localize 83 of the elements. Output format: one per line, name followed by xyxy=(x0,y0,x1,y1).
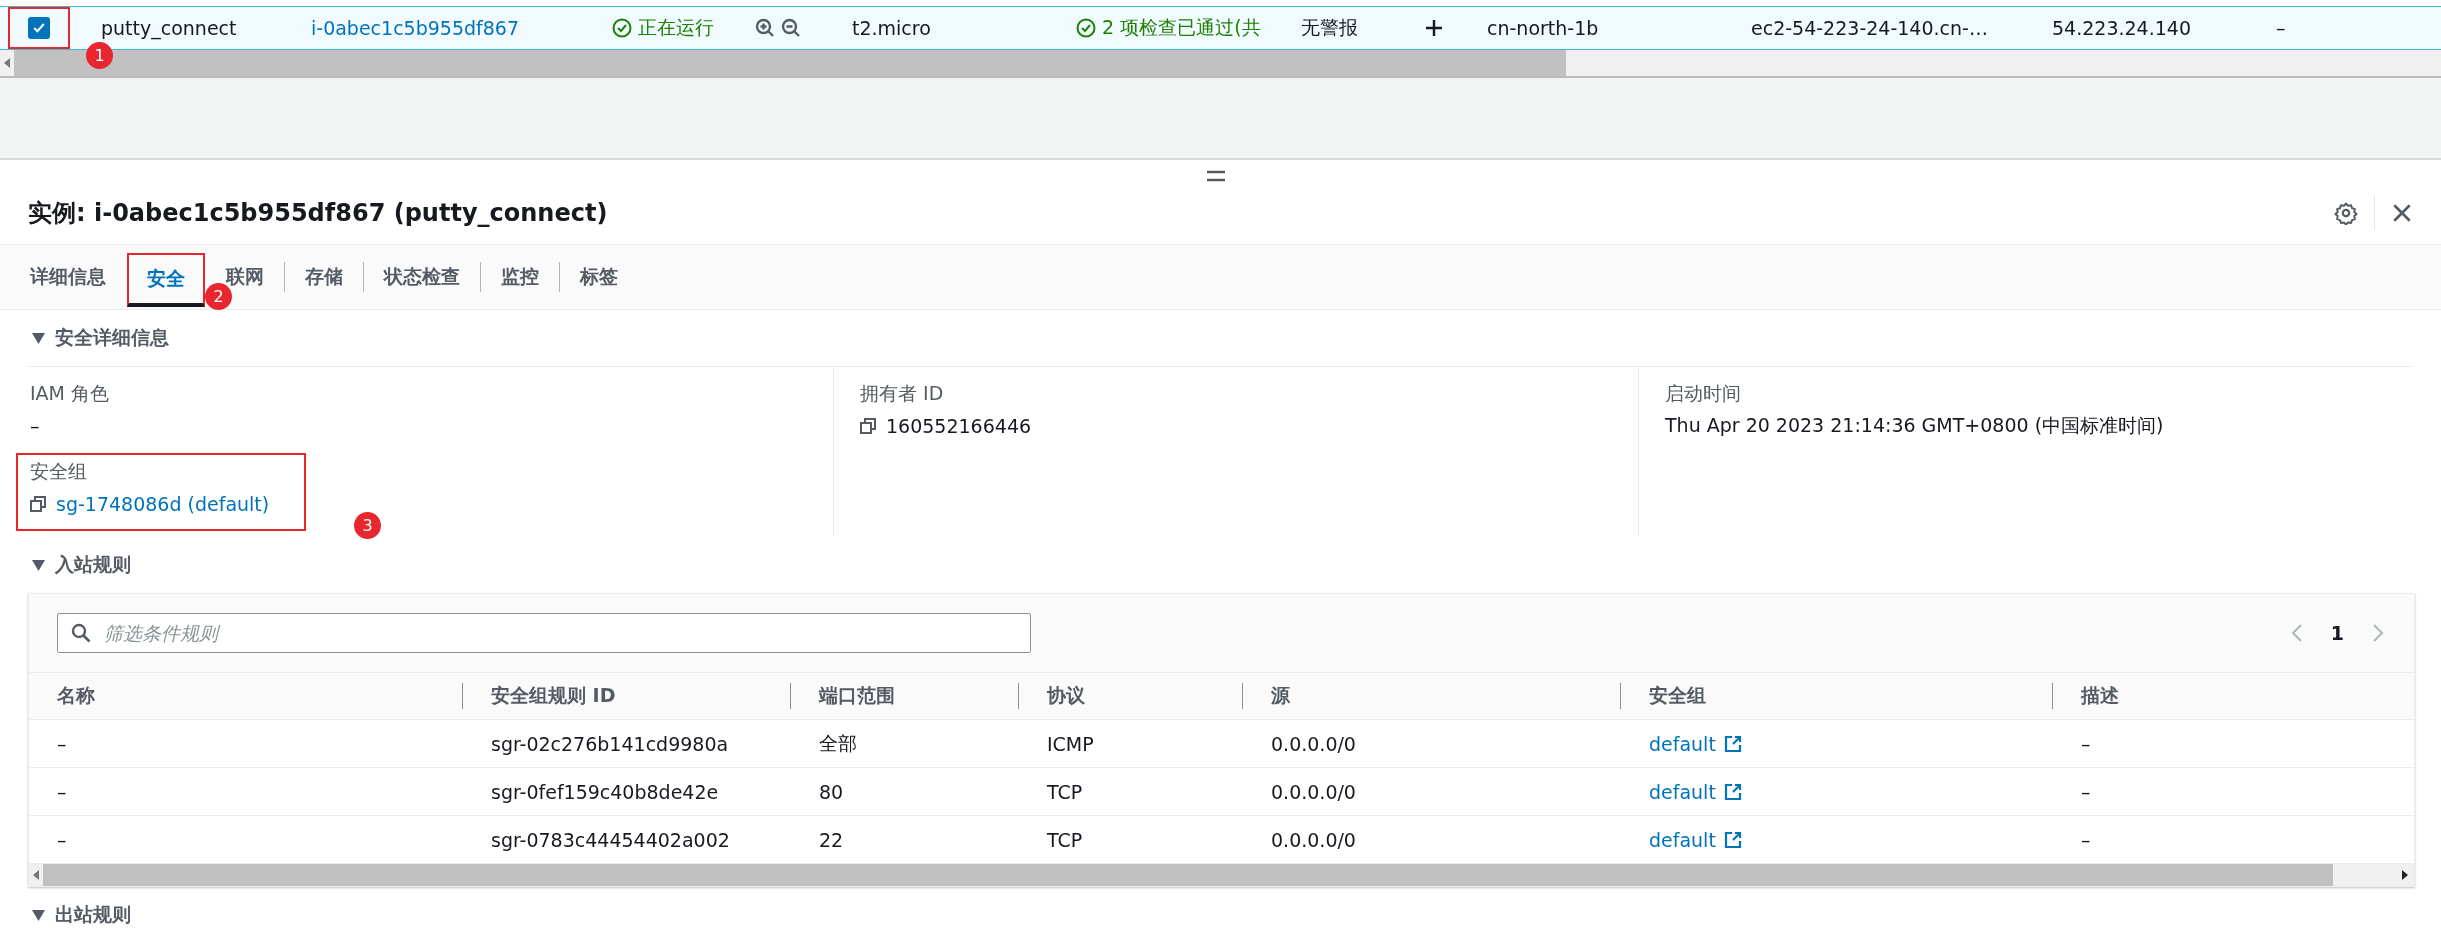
copy-icon[interactable] xyxy=(30,496,46,512)
table-cell: TCP xyxy=(1047,828,1083,851)
table-cell: – xyxy=(2081,732,2091,755)
plus-icon[interactable] xyxy=(1424,18,1444,38)
tab[interactable]: 监控 xyxy=(481,245,559,309)
checkbox[interactable] xyxy=(28,17,50,39)
column-header[interactable]: 端口范围 xyxy=(819,683,895,709)
table-cell: sgr-0783c44454402a002 xyxy=(491,828,730,851)
table-cell: – xyxy=(2081,828,2091,851)
table-cell: – xyxy=(57,828,67,851)
field-value: Thu Apr 20 2023 21:14:36 GMT+0800 (中国标准时间) xyxy=(1665,413,2164,438)
field-label: 安全组 xyxy=(30,459,88,484)
table-cell: – xyxy=(57,780,67,803)
step-marker: 3 xyxy=(354,512,381,539)
column-header[interactable]: 安全组 xyxy=(1649,683,1706,709)
page-number[interactable]: 1 xyxy=(2330,622,2344,644)
tab[interactable]: 存储 xyxy=(285,245,363,309)
tab[interactable]: 标签 xyxy=(560,245,638,309)
step-marker: 2 xyxy=(205,283,232,310)
table-cell: – xyxy=(2081,780,2091,803)
column-header[interactable]: 安全组规则 ID xyxy=(491,683,616,709)
field-label: 启动时间 xyxy=(1665,381,1742,406)
drag-handle-icon[interactable] xyxy=(1205,170,1226,182)
check-circle-icon xyxy=(1076,18,1096,38)
field-label: IAM 角色 xyxy=(30,381,111,406)
column-header[interactable]: 描述 xyxy=(2081,683,2119,709)
security-group-link[interactable]: default xyxy=(1649,828,1716,851)
table-cell: – xyxy=(57,732,67,755)
table-cell: TCP xyxy=(1047,780,1083,803)
close-icon[interactable] xyxy=(2391,202,2413,224)
scroll-left-icon[interactable] xyxy=(33,870,39,880)
field-value: – xyxy=(30,415,40,437)
section-title[interactable]: 出站规则 xyxy=(55,902,131,928)
table-cell: sgr-0fef159c40b8de42e xyxy=(491,780,719,803)
table-cell: ec2-54-223-24-140.cn-… xyxy=(1751,17,1988,39)
table-cell: 54.223.24.140 xyxy=(2052,17,2191,39)
caret-icon[interactable] xyxy=(32,909,45,921)
table-cell-text: 无警报 xyxy=(1301,15,1358,40)
table-cell: 0.0.0.0/0 xyxy=(1271,732,1356,755)
instance-id-link[interactable]: i-0abec1c5b955df867 xyxy=(311,17,520,39)
zoom-out-icon[interactable] xyxy=(781,18,801,38)
horizontal-scrollbar[interactable] xyxy=(29,864,2414,886)
tab[interactable]: 安全 xyxy=(127,253,205,307)
security-group-link[interactable]: default xyxy=(1649,780,1716,803)
external-link-icon[interactable] xyxy=(1723,782,1742,801)
tab[interactable]: 状态检查 xyxy=(364,245,480,309)
horizontal-scrollbar[interactable] xyxy=(0,50,2441,78)
column-header[interactable]: 源 xyxy=(1271,683,1290,709)
external-link-icon[interactable] xyxy=(1723,830,1742,849)
scroll-right-icon[interactable] xyxy=(2402,870,2408,880)
status-text: 正在运行 xyxy=(638,15,714,40)
security-group-link[interactable]: default xyxy=(1649,732,1716,755)
table-cell: 22 xyxy=(819,828,844,851)
settings-icon[interactable] xyxy=(2334,201,2358,225)
copy-icon[interactable] xyxy=(860,418,876,434)
table-cell-text: 全部 xyxy=(819,730,857,756)
table-cell: putty_connect xyxy=(101,17,237,39)
table-cell: cn-north-1b xyxy=(1487,17,1599,39)
column-header[interactable]: 协议 xyxy=(1047,683,1085,709)
table-cell: 0.0.0.0/0 xyxy=(1271,828,1356,851)
security-group-link[interactable]: sg-1748086d (default) xyxy=(56,493,270,515)
status-text: 2 项检查已通过(共 xyxy=(1102,15,1261,40)
table-cell: – xyxy=(2276,17,2286,39)
section-title[interactable]: 安全详细信息 xyxy=(55,325,169,351)
scroll-left-icon[interactable] xyxy=(4,58,10,68)
field-label: 拥有者 ID xyxy=(860,381,945,406)
filter-field[interactable]: 筛选条件规则 xyxy=(57,613,1031,653)
column-header[interactable]: 名称 xyxy=(57,683,95,709)
zoom-in-icon[interactable] xyxy=(755,18,775,38)
instance-row[interactable]: putty_connect i-0abec1c5b955df867 正在运行 t2.micro 2 项检查已通过(共 无警报 cn-north-1b ec2-54-223-24-140.cn-… 54.223.24.140 – xyxy=(0,6,2441,50)
table-cell: sgr-02c276b141cd9980a xyxy=(491,732,729,755)
section-title[interactable]: 入站规则 xyxy=(55,552,131,578)
external-link-icon[interactable] xyxy=(1723,734,1742,753)
check-circle-icon xyxy=(612,18,632,38)
table-cell: 80 xyxy=(819,780,844,803)
caret-icon[interactable] xyxy=(32,332,45,344)
tab[interactable]: 详细信息 xyxy=(10,245,126,309)
caret-icon[interactable] xyxy=(32,559,45,571)
panel-title: 实例: i-0abec1c5b955df867 (putty_connect) xyxy=(28,198,608,229)
table-cell: ICMP xyxy=(1047,732,1094,755)
table-cell: 0.0.0.0/0 xyxy=(1271,780,1356,803)
table-cell: t2.micro xyxy=(852,17,931,39)
field-value: 160552166446 xyxy=(886,415,1032,437)
